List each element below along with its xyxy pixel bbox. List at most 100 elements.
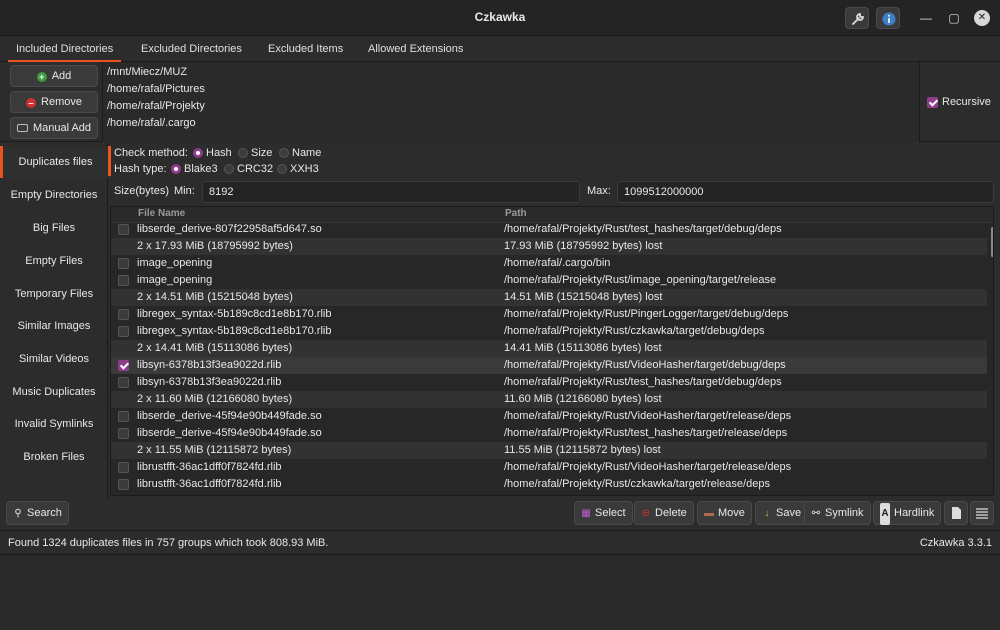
row-checkbox[interactable] xyxy=(118,275,129,286)
row-checkbox[interactable] xyxy=(118,258,129,269)
group-header-row[interactable]: 2 x 17.93 MiB (18795992 bytes) 17.93 MiB … xyxy=(111,238,987,255)
table-row[interactable]: image_opening/home/rafal/Projekty/Rust/i… xyxy=(111,272,987,289)
sidebar-item-music-duplicates[interactable]: Music Duplicates xyxy=(0,376,108,408)
column-path[interactable]: Path xyxy=(505,208,527,219)
hash-type-label: Hash type: xyxy=(114,163,167,175)
cell-file-name: 2 x 14.51 MiB (15215048 bytes) xyxy=(137,291,293,303)
tab-included-directories[interactable]: Included Directories xyxy=(8,36,122,62)
sidebar-item-empty-directories[interactable]: Empty Directories xyxy=(0,179,108,211)
select-button[interactable]: ▦ Select xyxy=(574,501,633,525)
cell-path: 11.55 MiB (12115872 bytes) lost xyxy=(504,444,661,456)
sidebar-item-broken-files[interactable]: Broken Files xyxy=(0,441,108,473)
row-checkbox[interactable] xyxy=(118,462,129,473)
cell-path: /home/rafal/Projekty/Rust/image_opening/… xyxy=(504,274,777,286)
sidebar-item-invalid-symlinks[interactable]: Invalid Symlinks xyxy=(0,408,108,440)
table-row[interactable]: libregex_syntax-5b189c8cd1e8b170.rlib/ho… xyxy=(111,306,987,323)
directory-item[interactable]: /home/rafal/Pictures xyxy=(107,81,205,98)
row-checkbox[interactable] xyxy=(118,326,129,337)
settings-button[interactable] xyxy=(845,7,869,29)
directory-item[interactable]: /home/rafal/Projekty xyxy=(107,98,205,115)
max-size-input[interactable]: 1099512000000 xyxy=(617,181,994,203)
row-checkbox[interactable] xyxy=(118,411,129,422)
cell-file-name: libserde_derive-45f94e90b449fade.so xyxy=(137,427,322,439)
radio-hash[interactable] xyxy=(193,148,203,158)
directory-list[interactable]: /mnt/Miecz/MUZ /home/rafal/Pictures /hom… xyxy=(102,62,920,142)
save-button[interactable]: ↓ Save xyxy=(755,501,809,525)
maximize-icon[interactable]: ▢ xyxy=(946,10,962,26)
cell-path: /home/rafal/Projekty/Rust/czkawka/target… xyxy=(504,478,770,490)
cell-path: 14.51 MiB (15215048 bytes) lost xyxy=(504,291,663,303)
row-checkbox[interactable] xyxy=(118,377,129,388)
group-header-row[interactable]: 2 x 11.60 MiB (12166080 bytes) 11.60 MiB … xyxy=(111,391,987,408)
status-message: Found 1324 duplicates files in 757 group… xyxy=(8,537,329,549)
sidebar-item-big-files[interactable]: Big Files xyxy=(0,212,108,244)
manual-add-button[interactable]: Manual Add xyxy=(10,117,98,139)
group-header-row[interactable]: 2 x 14.51 MiB (15215048 bytes) 14.51 MiB … xyxy=(111,289,987,306)
radio-xxh3[interactable] xyxy=(277,164,287,174)
close-icon[interactable]: ✕ xyxy=(974,10,990,26)
radio-name[interactable] xyxy=(279,148,289,158)
cell-path: 11.60 MiB (12166080 bytes) lost xyxy=(504,393,662,405)
radio-crc32-label: CRC32 xyxy=(237,163,274,175)
sidebar-item-similar-images[interactable]: Similar Images xyxy=(0,310,108,342)
about-button[interactable] xyxy=(876,7,900,29)
table-row[interactable]: libregex_syntax-5b189c8cd1e8b170.rlib/ho… xyxy=(111,323,987,340)
folder-icon: ▬ xyxy=(704,508,714,519)
recursive-label: Recursive xyxy=(942,96,991,108)
tab-allowed-extensions[interactable]: Allowed Extensions xyxy=(360,36,471,62)
table-row[interactable]: libserde_derive-807f22958af5d647.so/home… xyxy=(111,221,987,238)
hardlink-icon: A xyxy=(880,503,890,525)
radio-hash-label: Hash xyxy=(206,147,232,159)
column-file-name[interactable]: File Name xyxy=(138,208,185,219)
sidebar-item-duplicates[interactable]: Duplicates files xyxy=(0,146,108,178)
symlink-button[interactable]: ⚯ Symlink xyxy=(804,501,871,525)
row-checkbox[interactable] xyxy=(118,479,129,490)
tab-excluded-directories[interactable]: Excluded Directories xyxy=(133,36,250,62)
delete-button[interactable]: ⊖ Delete xyxy=(634,501,694,525)
sidebar-item-similar-videos[interactable]: Similar Videos xyxy=(0,343,108,375)
cell-file-name: 2 x 14.41 MiB (15113086 bytes) xyxy=(137,342,293,354)
radio-blake3[interactable] xyxy=(171,164,181,174)
menu-button[interactable] xyxy=(970,501,994,525)
table-row[interactable]: libsyn-6378b13f3ea9022d.rlib/home/rafal/… xyxy=(111,357,987,374)
document-button[interactable] xyxy=(944,501,968,525)
remove-directory-button[interactable]: – Remove xyxy=(10,91,98,113)
sidebar-item-temporary-files[interactable]: Temporary Files xyxy=(0,278,108,310)
cell-path: /home/rafal/Projekty/Rust/test_hashes/ta… xyxy=(504,427,788,439)
radio-size-label: Size xyxy=(251,147,273,159)
table-row[interactable]: image_opening/home/rafal/.cargo/bin xyxy=(111,255,987,272)
add-directory-button[interactable]: + Add xyxy=(10,65,98,87)
table-row[interactable]: libserde_derive-45f94e90b449fade.so/home… xyxy=(111,425,987,442)
network-icon xyxy=(16,124,28,132)
table-row[interactable]: libserde_derive-45f94e90b449fade.so/home… xyxy=(111,408,987,425)
row-checkbox[interactable] xyxy=(118,309,129,320)
minimize-icon[interactable]: — xyxy=(918,10,934,26)
search-button[interactable]: ⚲ Search xyxy=(6,501,69,525)
sidebar-item-empty-files[interactable]: Empty Files xyxy=(0,245,108,277)
group-header-row[interactable]: 2 x 14.41 MiB (15113086 bytes) 14.41 MiB … xyxy=(111,340,987,357)
row-checkbox[interactable] xyxy=(118,360,129,371)
group-header-row[interactable]: 2 x 11.55 MiB (12115872 bytes) 11.55 MiB … xyxy=(111,442,987,459)
row-checkbox[interactable] xyxy=(118,428,129,439)
move-button[interactable]: ▬ Move xyxy=(697,501,752,525)
text-view[interactable] xyxy=(0,555,1000,630)
radio-size[interactable] xyxy=(238,148,248,158)
table-row[interactable]: librustfft-36ac1dff0f7824fd.rlib/home/ra… xyxy=(111,459,987,476)
hardlink-button[interactable]: A Hardlink xyxy=(873,501,942,525)
table-row[interactable]: libsyn-6378b13f3ea9022d.rlib/home/rafal/… xyxy=(111,374,987,391)
cell-file-name: libserde_derive-45f94e90b449fade.so xyxy=(137,410,322,422)
link-icon: ⚯ xyxy=(811,508,821,519)
table-scrollbar[interactable] xyxy=(991,227,993,257)
directory-item[interactable]: /home/rafal/.cargo xyxy=(107,115,196,132)
cell-path: /home/rafal/Projekty/Rust/VideoHasher/ta… xyxy=(504,359,786,371)
results-table[interactable]: File Name Path libserde_derive-807f22958… xyxy=(110,206,994,496)
menu-icon xyxy=(976,508,988,519)
min-size-input[interactable]: 8192 xyxy=(202,181,580,203)
directory-item[interactable]: /mnt/Miecz/MUZ xyxy=(107,64,187,81)
recursive-checkbox[interactable] xyxy=(927,97,938,108)
cell-file-name: libsyn-6378b13f3ea9022d.rlib xyxy=(137,359,282,371)
tab-excluded-items[interactable]: Excluded Items xyxy=(260,36,351,62)
radio-crc32[interactable] xyxy=(224,164,234,174)
row-checkbox[interactable] xyxy=(118,224,129,235)
table-row[interactable]: librustfft-36ac1dff0f7824fd.rlib/home/ra… xyxy=(111,476,987,493)
